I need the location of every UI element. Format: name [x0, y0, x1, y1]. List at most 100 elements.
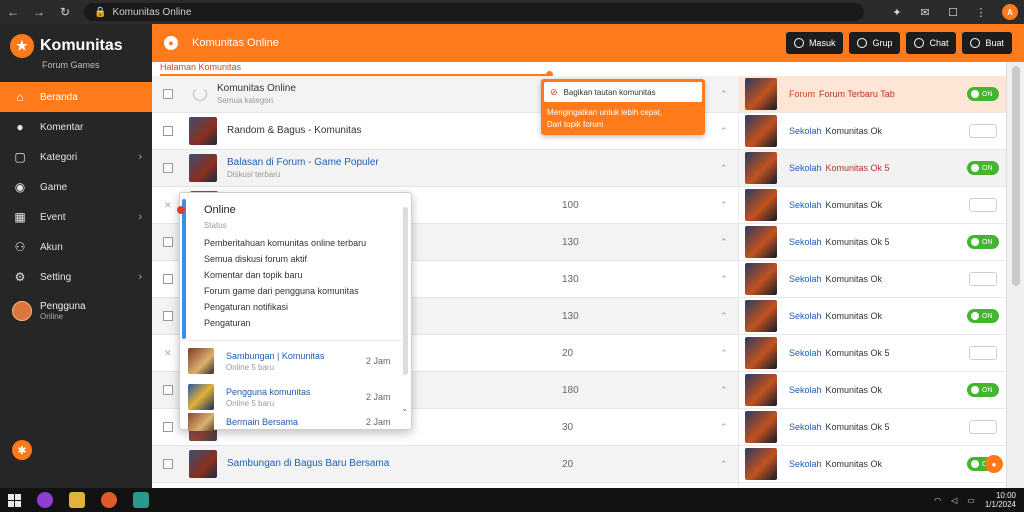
row-checkbox[interactable] — [163, 89, 173, 99]
dropdown-scrollbar[interactable] — [403, 207, 408, 375]
panel-row-label[interactable]: Sekolah Komunitas Ok 5 — [789, 348, 890, 358]
panel-row-label[interactable]: Sekolah Komunitas Ok — [789, 385, 882, 395]
back-icon[interactable]: ← — [6, 5, 20, 19]
row-title[interactable]: Sambungan di Bagus Baru Bersama — [227, 458, 527, 471]
dropdown-option[interactable]: Semua diskusi forum aktif — [204, 251, 366, 267]
panel-row-label[interactable]: Sekolah Komunitas Ok — [789, 126, 882, 136]
panel-row[interactable]: Sekolah Komunitas Ok — [739, 187, 1007, 224]
row-title[interactable]: Komunitas Online Semua kategori — [217, 83, 517, 105]
chevron-up-icon[interactable]: ⌃ — [720, 385, 728, 396]
scrollbar-thumb[interactable] — [1012, 66, 1020, 286]
chevron-up-icon[interactable]: ⌃ — [720, 422, 728, 433]
panel-row-label[interactable]: Sekolah Komunitas Ok — [789, 459, 882, 469]
chat-bubble-icon[interactable]: ● — [985, 455, 1003, 473]
row-title[interactable]: Balasan di Forum - Game Populer Diskusi t… — [227, 157, 527, 179]
panel-row[interactable]: Sekolah Komunitas Ok — [739, 261, 1007, 298]
table-row[interactable]: Sambungan di Bagus Baru Bersama 20 ⌃ — [152, 446, 738, 483]
breadcrumb-label[interactable]: Halaman Komunitas — [160, 62, 241, 72]
sidebar-profile[interactable]: Pengguna Online — [0, 294, 152, 328]
volume-icon[interactable]: ◁ — [951, 496, 957, 505]
row-checkbox[interactable] — [163, 459, 173, 469]
browser-icon[interactable] — [101, 492, 117, 508]
row-checkbox[interactable] — [163, 385, 173, 395]
header-button-grup[interactable]: Grup — [849, 32, 901, 54]
chevron-up-icon[interactable]: ⌃ — [720, 163, 728, 174]
dropdown-item[interactable]: Sambungan | Komunitas Online 5 baru 2 Ja… — [188, 343, 402, 379]
app-icon[interactable] — [37, 492, 53, 508]
chevron-up-icon[interactable]: ⌃ — [720, 311, 728, 322]
page-scrollbar[interactable] — [1006, 62, 1024, 488]
panel-row-label[interactable]: Sekolah Komunitas Ok 5 — [789, 422, 890, 432]
folder-icon[interactable] — [69, 492, 85, 508]
panel-row-label[interactable]: Sekolah Komunitas Ok 5 — [789, 237, 890, 247]
header-button-buat[interactable]: Buat — [962, 32, 1012, 54]
panel-row-label[interactable]: Sekolah Komunitas Ok — [789, 311, 882, 321]
toggle-switch-on[interactable]: ON — [967, 309, 999, 323]
mail-icon[interactable]: ✉ — [918, 6, 932, 19]
toggle-switch-off[interactable] — [969, 124, 997, 138]
chevron-up-icon[interactable]: ⌃ — [720, 89, 728, 100]
bookmark-icon[interactable]: ☐ — [946, 6, 960, 19]
chevron-up-icon[interactable]: ⌃ — [720, 126, 728, 137]
row-checkbox[interactable] — [163, 163, 173, 173]
dropdown-option[interactable]: Pengaturan notifikasi — [204, 299, 366, 315]
header-button-chat[interactable]: Chat — [906, 32, 957, 54]
start-icon[interactable] — [8, 493, 21, 507]
sidebar-item-setting[interactable]: ⚙ Setting › — [0, 262, 152, 292]
panel-row[interactable]: Sekolah Komunitas Ok 5 — [739, 335, 1007, 372]
chevron-up-icon[interactable]: ⌃ — [720, 459, 728, 470]
panel-row[interactable]: Sekolah Komunitas Ok ON — [739, 372, 1007, 409]
toggle-switch-off[interactable] — [969, 420, 997, 434]
help-icon[interactable]: ✱ — [12, 440, 32, 460]
brand[interactable]: ★ Komunitas — [0, 24, 152, 58]
dropdown-item[interactable]: Bermain Bersama 2 Jam — [188, 413, 402, 431]
dropdown-item[interactable]: Pengguna komunitas Online 5 baru 2 Jam — [188, 379, 402, 415]
header-button-masuk[interactable]: Masuk — [785, 32, 844, 54]
panel-row[interactable]: Sekolah Komunitas Ok 5 — [739, 409, 1007, 446]
battery-icon[interactable]: ▭ — [967, 496, 975, 505]
chevron-down-icon[interactable]: ⌄ — [401, 404, 408, 413]
sidebar-item-beranda[interactable]: ⌂ Beranda — [0, 82, 152, 112]
toggle-switch-on[interactable]: ON — [967, 87, 999, 101]
tooltip-header[interactable]: ⊘ Bagikan tautan komunitas — [544, 82, 702, 102]
dropdown-option[interactable]: Komentar dan topik baru — [204, 267, 366, 283]
row-checkbox[interactable] — [163, 126, 173, 136]
panel-row[interactable]: Sekolah Komunitas Ok 5 ON — [739, 224, 1007, 261]
sidebar-item-akun[interactable]: ⚇ Akun — [0, 232, 152, 262]
edge-icon[interactable] — [133, 492, 149, 508]
browser-avatar-icon[interactable]: A — [1002, 4, 1018, 20]
panel-row-label[interactable]: Sekolah Komunitas Ok — [789, 274, 882, 284]
row-checkbox[interactable] — [163, 237, 173, 247]
dropdown-option[interactable]: Pemberitahuan komunitas online terbaru — [204, 235, 366, 251]
panel-row-label[interactable]: Sekolah Komunitas Ok 5 — [789, 163, 890, 173]
toggle-switch-off[interactable] — [969, 272, 997, 286]
chevron-up-icon[interactable]: ⌃ — [720, 274, 728, 285]
row-checkbox[interactable] — [163, 422, 173, 432]
menu-icon[interactable]: ⋮ — [974, 6, 988, 19]
address-bar[interactable]: 🔒 Komunitas Online — [84, 3, 864, 21]
toggle-switch-off[interactable] — [969, 198, 997, 212]
collapse-icon[interactable]: ✕ — [164, 200, 174, 211]
reload-icon[interactable]: ↻ — [58, 5, 72, 19]
pin-icon[interactable]: ✦ — [890, 6, 904, 19]
forward-icon[interactable]: → — [32, 5, 46, 19]
row-checkbox[interactable] — [163, 311, 173, 321]
dropdown-option[interactable]: Forum game dari pengguna komunitas — [204, 283, 366, 299]
collapse-icon[interactable]: ✕ — [164, 348, 174, 359]
toggle-switch-on[interactable]: ON — [967, 161, 999, 175]
chevron-up-icon[interactable]: ⌃ — [720, 200, 728, 211]
panel-row[interactable]: Sekolah Komunitas Ok 5 ON — [739, 150, 1007, 187]
toggle-switch-on[interactable]: ON — [967, 235, 999, 249]
row-title[interactable]: Random & Bagus - Komunitas — [227, 125, 527, 138]
sidebar-item-event[interactable]: ▦ Event › — [0, 202, 152, 232]
clock[interactable]: 10:00 1/1/2024 — [985, 491, 1016, 509]
panel-row[interactable]: Forum Forum Terbaru Tab ON — [739, 76, 1007, 113]
sidebar-item-kategori[interactable]: ▢ Kategori › — [0, 142, 152, 172]
sidebar-item-komentar[interactable]: ● Komentar — [0, 112, 152, 142]
panel-row-label[interactable]: Forum Forum Terbaru Tab — [789, 89, 895, 99]
chevron-up-icon[interactable]: ⌃ — [720, 348, 728, 359]
toggle-switch-on[interactable]: ON — [967, 383, 999, 397]
table-row[interactable]: Balasan di Forum - Game Populer Diskusi t… — [152, 150, 738, 187]
row-checkbox[interactable] — [163, 274, 173, 284]
sidebar-item-game[interactable]: ◉ Game — [0, 172, 152, 202]
